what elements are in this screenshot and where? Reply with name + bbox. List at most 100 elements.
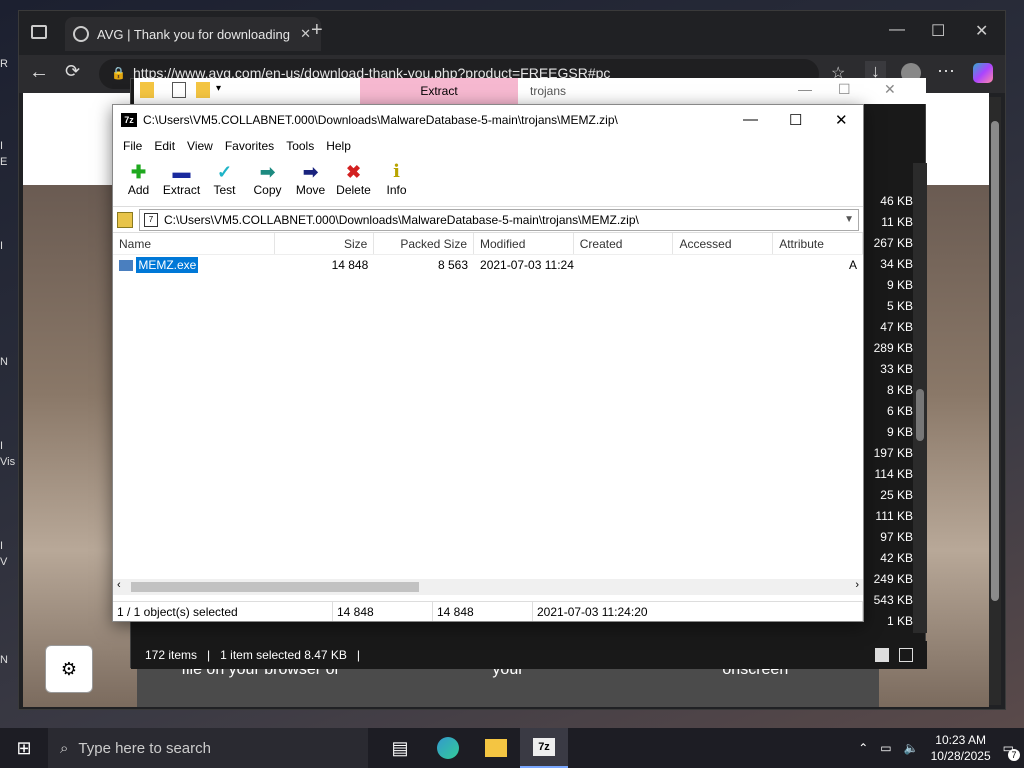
path-bar: 7 C:\Users\VM5.COLLABNET.000\Downloads\M… [113, 207, 863, 233]
more-icon[interactable]: ⋯ [937, 61, 955, 82]
file-accessed-cell [673, 255, 773, 275]
file-packed-cell: 8 563 [437, 258, 469, 272]
copilot-icon[interactable] [973, 63, 993, 83]
status-divider: | [207, 648, 211, 662]
scroll-left-icon[interactable]: ‹ [117, 579, 121, 591]
file-size: 8 KB [886, 383, 913, 397]
new-folder-icon[interactable] [196, 82, 210, 98]
column-created[interactable]: Created [574, 233, 674, 254]
desktop-edge-text: I [0, 540, 4, 552]
windows-icon: ⊞ [16, 737, 32, 758]
file-explorer-app-button[interactable] [472, 728, 520, 768]
network-icon[interactable]: ▭ [880, 741, 891, 755]
volume-icon[interactable]: 🔈 [904, 741, 919, 755]
column-size[interactable]: Size [275, 233, 375, 254]
close-icon[interactable]: ✕ [975, 21, 988, 41]
column-modified[interactable]: Modified [474, 233, 574, 254]
add-button[interactable]: ✚ Add [117, 157, 160, 206]
file-created-cell [574, 255, 674, 275]
close-tab-icon[interactable]: ✕ [300, 26, 311, 42]
file-size: 197 KB [873, 446, 913, 460]
folder-icon[interactable] [140, 82, 154, 98]
browser-tab[interactable]: AVG | Thank you for downloading ✕ [65, 17, 321, 51]
path-combobox[interactable]: 7 C:\Users\VM5.COLLABNET.000\Downloads\M… [139, 208, 859, 231]
folder-icon [485, 739, 507, 757]
extract-button[interactable]: ▬ Extract [160, 157, 203, 206]
menu-help[interactable]: Help [320, 139, 357, 153]
column-accessed[interactable]: Accessed [673, 233, 774, 254]
new-tab-icon[interactable]: + [311, 19, 323, 42]
column-attributes[interactable]: Attribute [773, 233, 863, 254]
lock-icon: 🔒 [111, 66, 126, 80]
test-button[interactable]: ✓ Test [203, 157, 246, 206]
add-label: Add [127, 183, 150, 197]
clock[interactable]: 10:23 AM 10/28/2025 [931, 732, 991, 764]
extract-icon: ▬ [172, 162, 191, 182]
back-icon[interactable]: ← [29, 61, 49, 84]
tab-title: AVG | Thank you for downloading [97, 26, 290, 42]
copy-button[interactable]: ➡ Copy [246, 157, 289, 206]
desktop-edge-text: I [0, 240, 4, 252]
menu-edit[interactable]: Edit [148, 139, 181, 153]
close-icon[interactable]: ✕ [835, 111, 848, 129]
menu-view[interactable]: View [181, 139, 219, 153]
sevenzip-window: 7z C:\Users\VM5.COLLABNET.000\Downloads\… [112, 104, 864, 622]
maximize-icon[interactable]: ☐ [931, 21, 945, 41]
info-button[interactable]: i Info [375, 157, 418, 206]
file-size: 5 KB [886, 299, 913, 313]
delete-button[interactable]: ✖ Delete [332, 157, 375, 206]
file-size: 42 KB [880, 551, 913, 565]
menu-tools[interactable]: Tools [280, 139, 320, 153]
maximize-icon[interactable]: ☐ [789, 111, 802, 129]
scroll-right-icon[interactable]: › [855, 579, 859, 591]
sevenzip-app-button[interactable]: 7z [520, 728, 568, 768]
close-icon[interactable]: ✕ [884, 81, 896, 98]
explorer-status-bar: 172 items | 1 item selected 8.47 KB | [131, 641, 927, 669]
file-size: 46 KB [880, 194, 913, 208]
taskbar-search[interactable]: ⌕ Type here to search [48, 728, 368, 768]
cookie-settings-button[interactable]: ⚙ [45, 645, 93, 693]
explorer-scrollbar-thumb[interactable] [916, 389, 924, 441]
details-view-icon[interactable] [875, 648, 889, 662]
start-button[interactable]: ⊞ [0, 728, 48, 768]
menu-file[interactable]: File [117, 139, 148, 153]
system-tray: ⌃ ▭ 🔈 10:23 AM 10/28/2025 7 ▭ [858, 732, 1024, 764]
refresh-icon[interactable]: ⟳ [65, 61, 80, 82]
maximize-icon[interactable]: ☐ [838, 81, 851, 98]
up-folder-icon[interactable] [117, 211, 133, 228]
horizontal-scrollbar[interactable]: ‹ › [113, 579, 863, 595]
column-name[interactable]: Name [113, 233, 275, 254]
chevron-down-icon[interactable]: ▼ [844, 214, 854, 225]
move-button[interactable]: ➡ Move [289, 157, 332, 206]
menu-favorites[interactable]: Favorites [219, 139, 280, 153]
explorer-scrollbar[interactable] [913, 163, 927, 633]
file-row[interactable]: MEMZ.exe 14 848 8 563 2021-07-03 11:24 A [113, 255, 863, 275]
task-view-icon: ▤ [391, 737, 409, 758]
file-size: 47 KB [880, 320, 913, 334]
page-scrollbar[interactable] [989, 97, 1001, 705]
horizontal-scrollbar-thumb[interactable] [131, 582, 419, 592]
page-scrollbar-thumb[interactable] [991, 121, 999, 601]
test-icon: ✓ [216, 162, 233, 182]
search-icon: ⌕ [60, 739, 69, 757]
file-name-cell[interactable]: MEMZ.exe [113, 255, 275, 275]
tab-actions-icon[interactable] [31, 25, 47, 39]
dropdown-icon[interactable]: ▾ [216, 83, 221, 94]
minimize-icon[interactable]: — [743, 111, 758, 128]
minimize-icon[interactable]: — [889, 21, 905, 39]
minimize-icon[interactable]: — [798, 81, 812, 97]
task-view-button[interactable]: ▤ [376, 728, 424, 768]
column-packed-size[interactable]: Packed Size [374, 233, 475, 254]
desktop-edge-text: N [0, 356, 8, 368]
edge-app-button[interactable] [424, 728, 472, 768]
file-size: 289 KB [873, 341, 913, 355]
properties-icon[interactable] [172, 82, 186, 98]
tiles-view-icon[interactable] [899, 648, 913, 662]
file-size: 33 KB [880, 362, 913, 376]
notification-icon[interactable]: 7 ▭ [1003, 741, 1020, 761]
file-size: 267 KB [873, 236, 913, 250]
globe-icon [73, 26, 89, 42]
file-size: 6 KB [886, 404, 913, 418]
ribbon-extract-tab[interactable]: Extract [360, 78, 518, 104]
chevron-up-icon[interactable]: ⌃ [858, 741, 868, 755]
